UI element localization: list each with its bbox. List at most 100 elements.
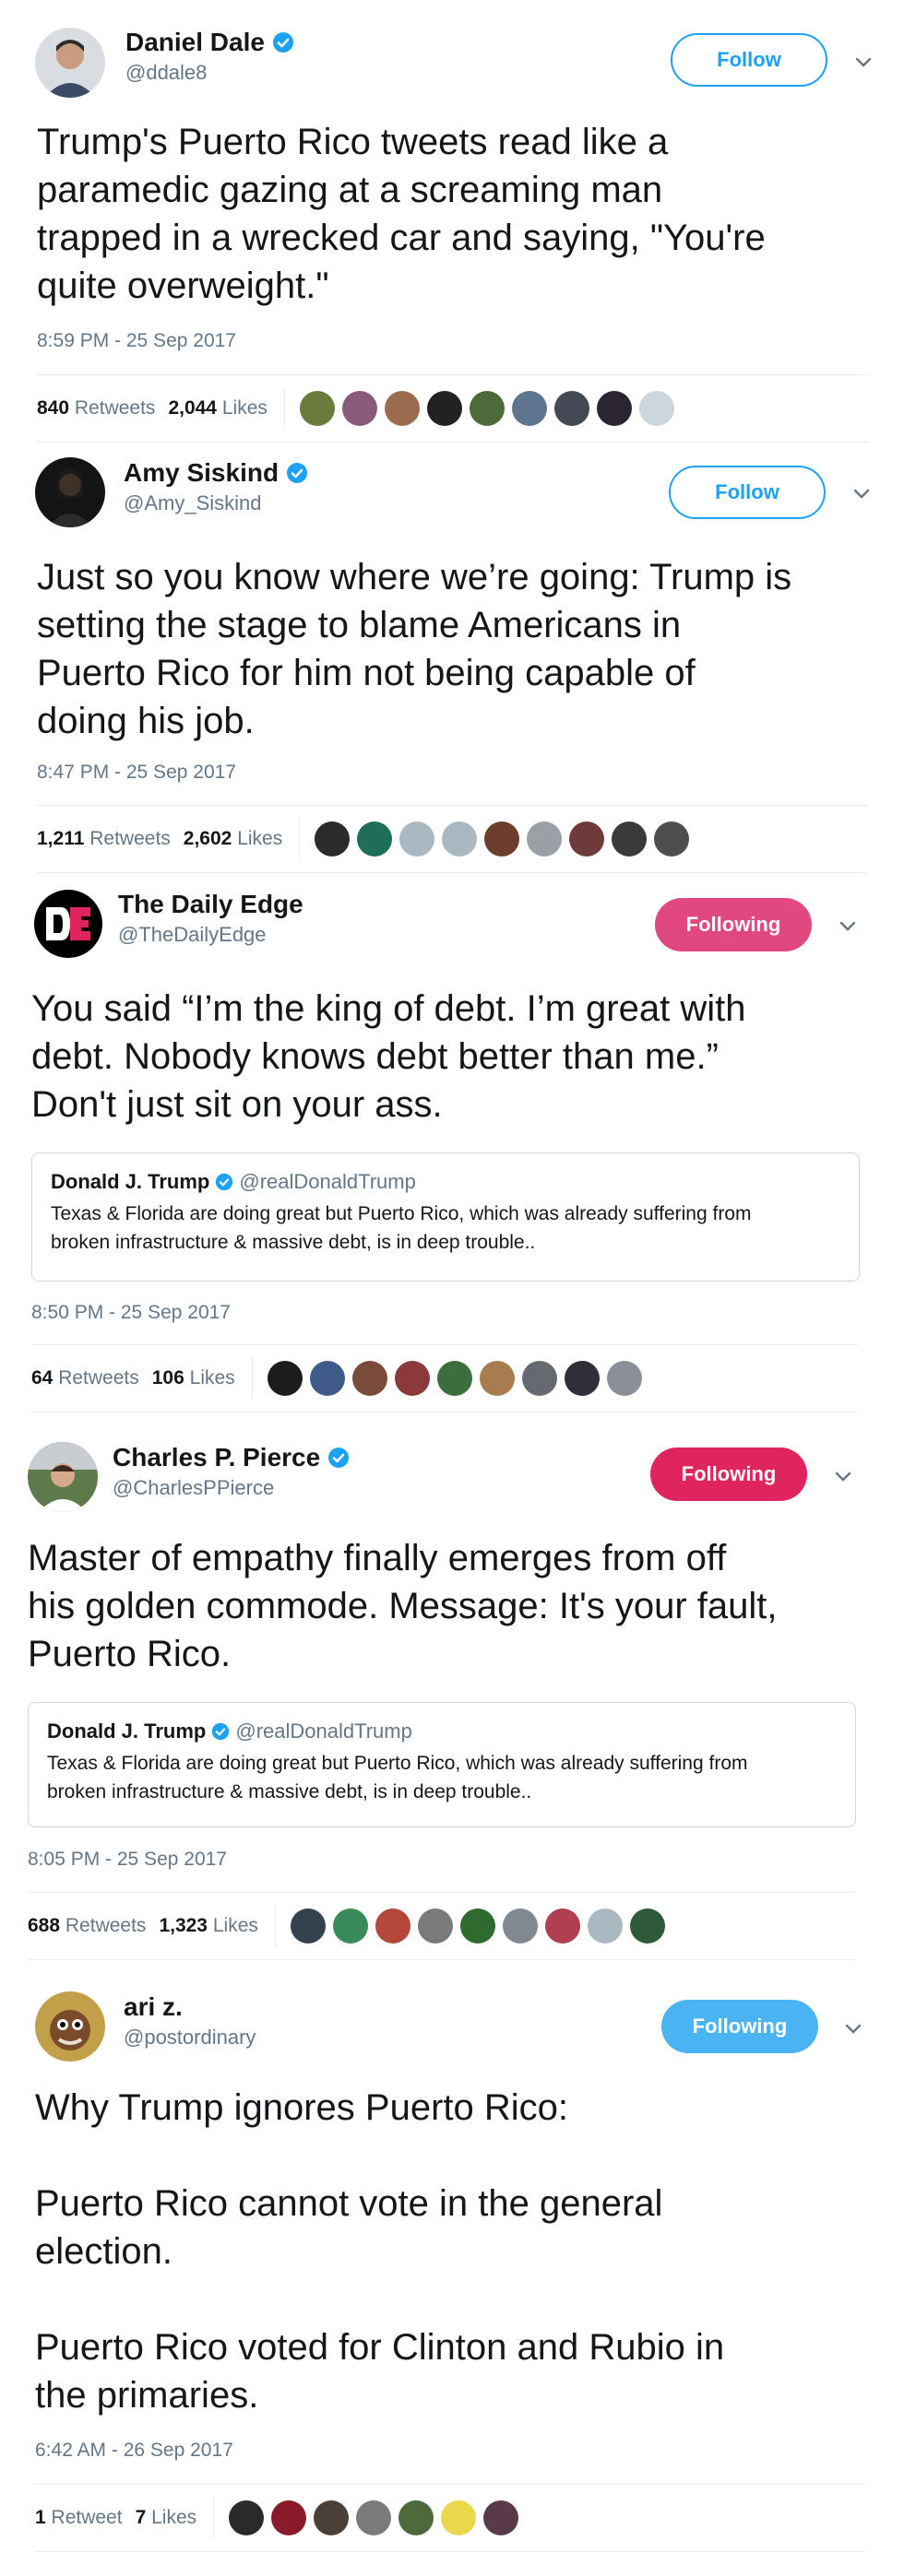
display-name[interactable]: Amy Siskind — [124, 458, 279, 488]
liker-avatar[interactable] — [426, 391, 462, 426]
liker-avatar[interactable] — [357, 821, 393, 857]
user-info: Daniel Dale @ddale8 — [125, 28, 294, 85]
liker-avatar[interactable] — [384, 391, 420, 426]
liker-avatar[interactable] — [290, 1908, 326, 1944]
follow-button[interactable]: Follow — [671, 33, 827, 87]
display-name[interactable]: The Daily Edge — [118, 890, 303, 919]
avatar[interactable] — [28, 1442, 98, 1512]
liker-avatar[interactable] — [553, 391, 589, 426]
liker-avatar[interactable] — [267, 1361, 303, 1396]
liker-avatar[interactable] — [356, 2500, 392, 2535]
liker-avatar[interactable] — [469, 391, 505, 426]
liker-avatar[interactable] — [375, 1908, 410, 1944]
avatar[interactable] — [35, 1991, 105, 2062]
chevron-down-icon[interactable] — [832, 1465, 854, 1487]
liker-avatar[interactable] — [341, 391, 377, 426]
user-handle[interactable]: @TheDailyEdge — [118, 923, 303, 947]
like-count[interactable]: 1,323 Likes — [159, 1915, 257, 1937]
liker-avatar[interactable] — [309, 1361, 345, 1396]
avatar[interactable] — [33, 889, 103, 959]
liker-avatar[interactable] — [521, 1361, 557, 1396]
liker-avatar[interactable] — [229, 2500, 265, 2535]
liker-avatar[interactable] — [484, 821, 520, 857]
display-name[interactable]: Charles P. Pierce — [113, 1443, 320, 1472]
liker-avatar[interactable] — [569, 821, 605, 857]
liker-avatar[interactable] — [436, 1361, 472, 1396]
liker-avatar[interactable] — [544, 1908, 580, 1944]
avatar[interactable] — [35, 457, 105, 527]
liker-avatar[interactable] — [502, 1908, 538, 1944]
liker-avatar[interactable] — [398, 2500, 434, 2535]
liker-avatar[interactable] — [399, 821, 435, 857]
liker-avatar[interactable] — [587, 1908, 623, 1944]
quoted-author-handle: @realDonaldTrump — [239, 1170, 416, 1193]
liker-avatar[interactable] — [596, 391, 632, 426]
user-info: The Daily Edge @TheDailyEdge — [118, 890, 303, 947]
user-handle[interactable]: @postordinary — [124, 2026, 256, 2050]
like-count[interactable]: 2,602 Likes — [184, 828, 282, 850]
liker-avatar[interactable] — [629, 1908, 665, 1944]
following-button[interactable]: Following — [661, 2000, 818, 2053]
display-name[interactable]: ari z. — [124, 1992, 183, 2022]
user-handle[interactable]: @ddale8 — [125, 61, 294, 85]
liker-avatar[interactable] — [511, 391, 547, 426]
liker-avatar[interactable] — [394, 1361, 430, 1396]
liker-avatar[interactable] — [315, 821, 351, 857]
quoted-tweet[interactable]: Donald J. Trump @realDonaldTrump Texas &… — [28, 1702, 856, 1827]
chevron-down-icon[interactable] — [842, 2017, 864, 2039]
liker-avatar[interactable] — [527, 821, 563, 857]
tweet-timestamp[interactable]: 8:05 PM - 25 Sep 2017 — [28, 1849, 227, 1871]
chevron-down-icon[interactable] — [852, 51, 874, 73]
tweet-text: Why Trump ignores Puerto Rico: Puerto Ri… — [35, 2087, 725, 2416]
engagement-row: 1 Retweet 7 Likes — [35, 2484, 865, 2552]
user-handle[interactable]: @Amy_Siskind — [124, 491, 308, 515]
engagement-row: 1,211 Retweets 2,602 Likes — [37, 805, 867, 873]
retweet-count[interactable]: 64 Retweets — [31, 1367, 139, 1389]
following-button[interactable]: Following — [650, 1448, 807, 1501]
display-name[interactable]: Daniel Dale — [125, 28, 265, 57]
like-count[interactable]: 106 Likes — [152, 1367, 235, 1389]
retweet-count[interactable]: 1 Retweet — [35, 2507, 123, 2529]
user-handle[interactable]: @CharlesPPierce — [113, 1476, 350, 1500]
liker-avatar[interactable] — [351, 1361, 387, 1396]
liker-avatar[interactable] — [441, 2500, 477, 2535]
liker-avatar[interactable] — [564, 1361, 600, 1396]
liker-avatar[interactable] — [459, 1908, 495, 1944]
liker-avatar[interactable] — [606, 1361, 642, 1396]
liker-avatar[interactable] — [299, 391, 335, 426]
liker-avatar[interactable] — [417, 1908, 453, 1944]
liker-avatars — [300, 821, 690, 857]
quoted-tweet[interactable]: Donald J. Trump @realDonaldTrump Texas &… — [31, 1152, 860, 1282]
liker-avatars — [276, 1908, 665, 1944]
chevron-down-icon[interactable] — [850, 482, 873, 504]
liker-avatar[interactable] — [314, 2500, 350, 2535]
tweet-timestamp[interactable]: 8:47 PM - 25 Sep 2017 — [37, 762, 236, 784]
liker-avatar[interactable] — [654, 821, 690, 857]
follow-button[interactable]: Follow — [669, 466, 826, 519]
liker-avatar[interactable] — [271, 2500, 307, 2535]
liker-avatar[interactable] — [638, 391, 674, 426]
liker-avatar[interactable] — [479, 1361, 515, 1396]
tweet-timestamp[interactable]: 8:50 PM - 25 Sep 2017 — [31, 1302, 231, 1324]
like-count[interactable]: 2,044 Likes — [168, 397, 267, 419]
liker-avatar[interactable] — [483, 2500, 519, 2535]
quoted-tweet-text: Texas & Florida are doing great but Puer… — [47, 1753, 748, 1802]
liker-avatar[interactable] — [332, 1908, 368, 1944]
retweet-count[interactable]: 688 Retweets — [28, 1915, 146, 1937]
avatar[interactable] — [35, 28, 105, 98]
tweet-timestamp[interactable]: 6:42 AM - 26 Sep 2017 — [35, 2440, 233, 2462]
chevron-down-icon[interactable] — [837, 915, 859, 937]
retweet-count[interactable]: 840 Retweets — [37, 397, 155, 419]
retweet-count[interactable]: 1,211 Retweets — [37, 828, 171, 850]
liker-avatar[interactable] — [612, 821, 648, 857]
liker-avatar[interactable] — [442, 821, 478, 857]
like-count[interactable]: 7 Likes — [136, 2507, 197, 2529]
following-button[interactable]: Following — [655, 898, 812, 951]
verified-badge-icon — [216, 1173, 233, 1191]
engagement-row: 840 Retweets 2,044 Likes — [37, 374, 869, 443]
tweet-text: Just so you know where we’re going: Trum… — [37, 557, 792, 741]
user-info: Charles P. Pierce @CharlesPPierce — [113, 1443, 350, 1500]
engagement-row: 688 Retweets 1,323 Likes — [28, 1892, 854, 1960]
quoted-author-name: Donald J. Trump — [47, 1719, 207, 1743]
tweet-timestamp[interactable]: 8:59 PM - 25 Sep 2017 — [37, 330, 236, 352]
